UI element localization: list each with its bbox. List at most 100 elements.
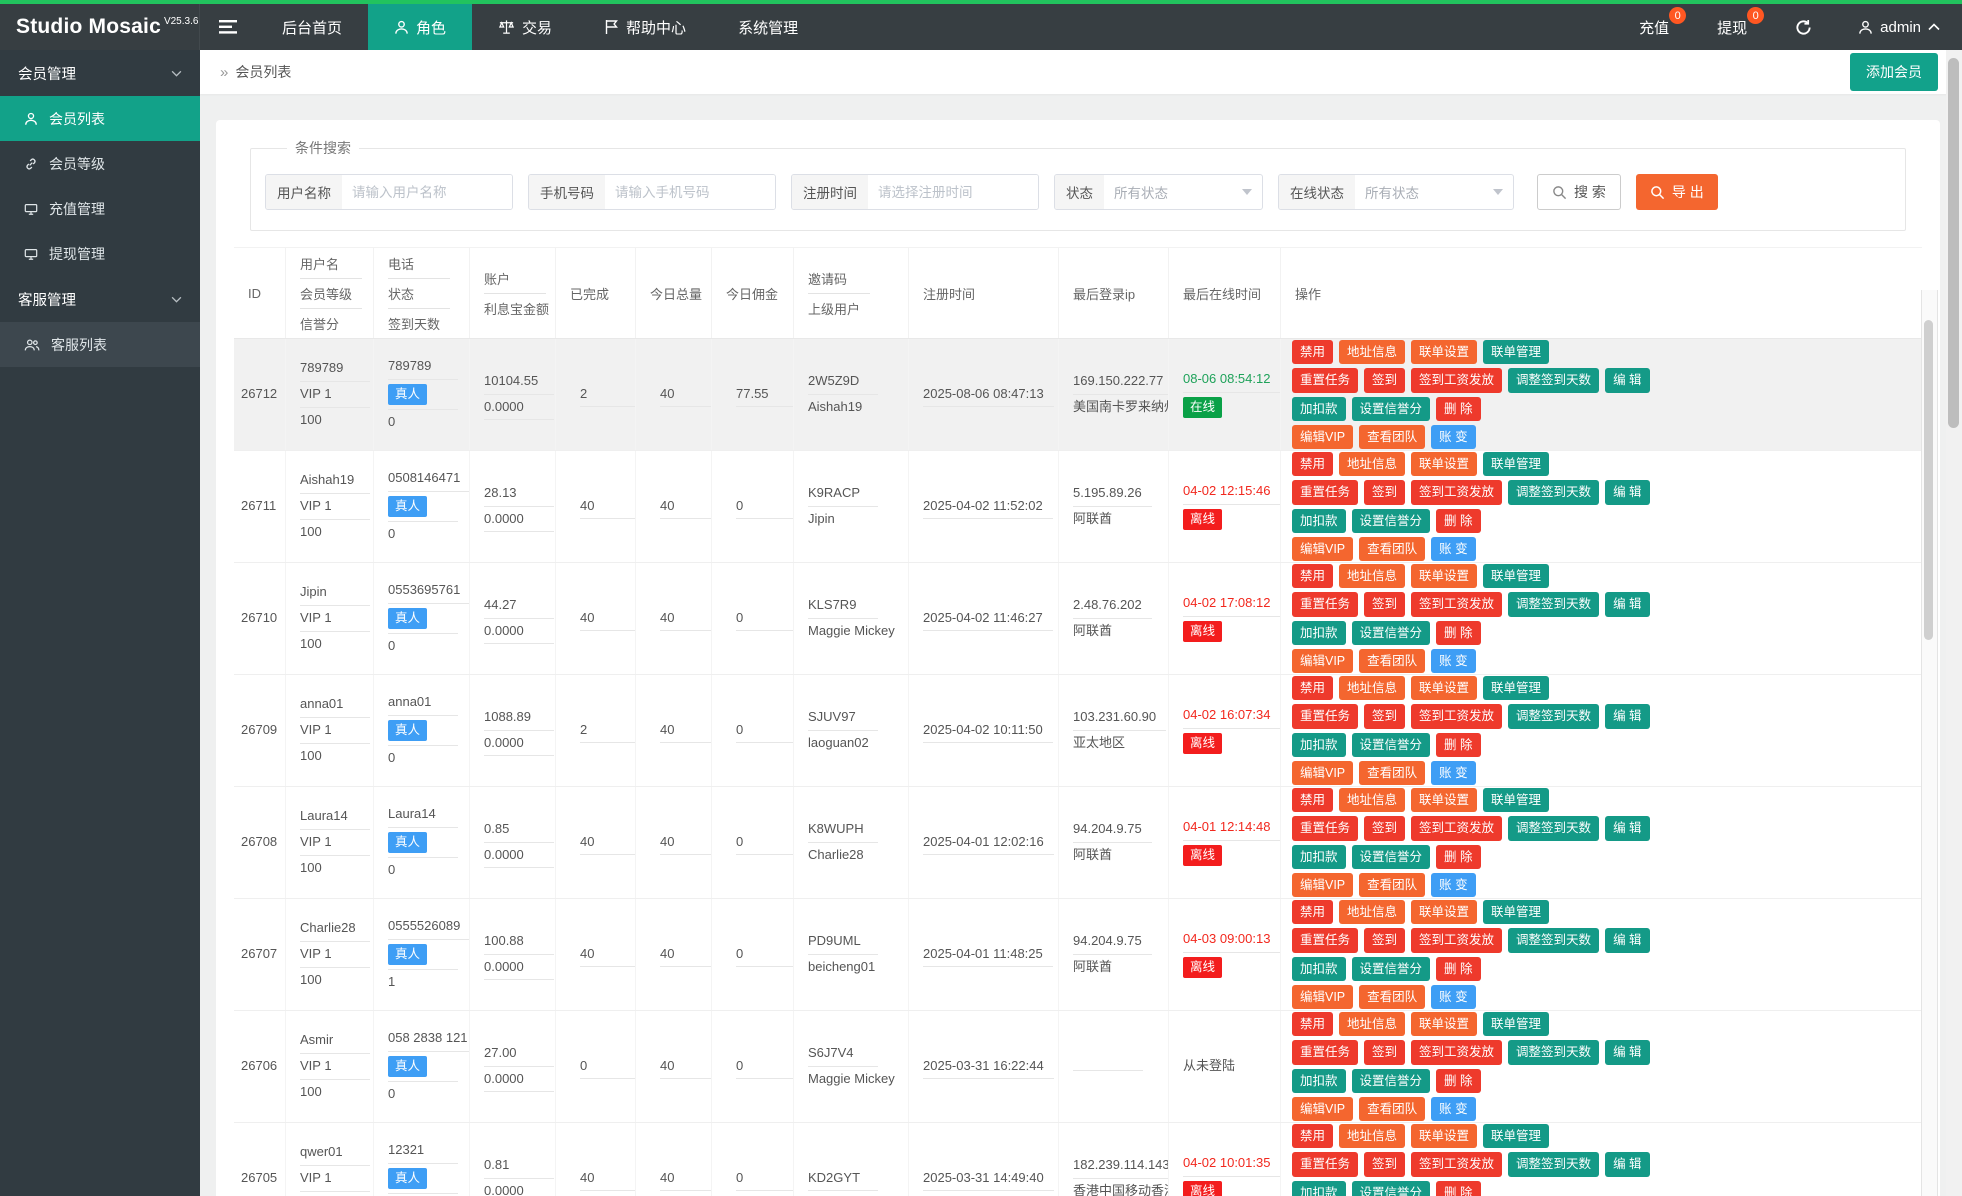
action-button[interactable]: 联单管理	[1483, 340, 1550, 365]
action-button[interactable]: 签到工资发放	[1411, 592, 1503, 617]
action-button[interactable]: 签到	[1364, 704, 1406, 729]
action-button[interactable]: 账 变	[1431, 1096, 1476, 1121]
action-button[interactable]: 联单设置	[1411, 1124, 1478, 1149]
user-menu[interactable]: admin	[1836, 4, 1962, 50]
action-button[interactable]: 签到	[1364, 480, 1406, 505]
action-button[interactable]: 联单设置	[1411, 564, 1478, 589]
sidebar-item-recharge-management[interactable]: 充值管理	[0, 186, 200, 231]
action-button[interactable]: 设置信誉分	[1351, 956, 1431, 981]
action-button[interactable]: 联单管理	[1483, 452, 1550, 477]
action-button[interactable]: 签到	[1364, 928, 1406, 953]
action-button[interactable]: 调整签到天数	[1508, 704, 1600, 729]
action-button[interactable]: 地址信息	[1339, 676, 1406, 701]
action-button[interactable]: 禁用	[1292, 900, 1334, 925]
action-button[interactable]: 联单管理	[1483, 564, 1550, 589]
nav-item-help-center[interactable]: 帮助中心	[578, 4, 712, 50]
action-button[interactable]: 重置任务	[1292, 592, 1359, 617]
action-button[interactable]: 禁用	[1292, 676, 1334, 701]
sidebar-item-service-list[interactable]: 客服列表	[0, 322, 200, 367]
search-button[interactable]: 搜 索	[1537, 174, 1621, 210]
action-button[interactable]: 联单管理	[1483, 1012, 1550, 1037]
action-button[interactable]: 禁用	[1292, 788, 1334, 813]
action-button[interactable]: 账 变	[1431, 536, 1476, 561]
action-button[interactable]: 设置信誉分	[1351, 1068, 1431, 1093]
action-button[interactable]: 重置任务	[1292, 480, 1359, 505]
action-button[interactable]: 删 除	[1436, 1068, 1481, 1093]
action-button[interactable]: 加扣款	[1292, 620, 1346, 645]
sidebar-item-withdraw-management[interactable]: 提现管理	[0, 231, 200, 276]
action-button[interactable]: 设置信誉分	[1351, 844, 1431, 869]
action-button[interactable]: 编 辑	[1605, 1152, 1650, 1177]
action-button[interactable]: 账 变	[1431, 760, 1476, 785]
action-button[interactable]: 签到工资发放	[1411, 704, 1503, 729]
add-member-button[interactable]: 添加会员	[1850, 53, 1938, 91]
withdraw-button[interactable]: 提现 0	[1693, 4, 1771, 50]
action-button[interactable]: 删 除	[1436, 1180, 1481, 1196]
action-button[interactable]: 查看团队	[1359, 760, 1426, 785]
status-select[interactable]: 所有状态	[1104, 175, 1262, 209]
action-button[interactable]: 设置信誉分	[1351, 620, 1431, 645]
action-button[interactable]: 设置信誉分	[1351, 1180, 1431, 1196]
action-button[interactable]: 设置信誉分	[1351, 508, 1431, 533]
page-scrollbar-thumb[interactable]	[1948, 58, 1959, 428]
action-button[interactable]: 签到	[1364, 816, 1406, 841]
action-button[interactable]: 加扣款	[1292, 956, 1346, 981]
action-button[interactable]: 联单设置	[1411, 900, 1478, 925]
action-button[interactable]: 设置信誉分	[1351, 396, 1431, 421]
action-button[interactable]: 重置任务	[1292, 816, 1359, 841]
action-button[interactable]: 编辑VIP	[1292, 760, 1354, 785]
action-button[interactable]: 调整签到天数	[1508, 816, 1600, 841]
action-button[interactable]: 地址信息	[1339, 900, 1406, 925]
refresh-button[interactable]	[1771, 4, 1836, 50]
action-button[interactable]: 重置任务	[1292, 928, 1359, 953]
action-button[interactable]: 联单设置	[1411, 452, 1478, 477]
action-button[interactable]: 查看团队	[1359, 984, 1426, 1009]
regtime-input[interactable]	[868, 175, 1038, 209]
table-scrollbar-thumb[interactable]	[1924, 320, 1933, 640]
action-button[interactable]: 重置任务	[1292, 704, 1359, 729]
nav-item-system[interactable]: 系统管理	[712, 4, 824, 50]
action-button[interactable]: 调整签到天数	[1508, 592, 1600, 617]
action-button[interactable]: 编辑VIP	[1292, 1096, 1354, 1121]
hamburger-menu-button[interactable]	[200, 4, 256, 50]
action-button[interactable]: 签到工资发放	[1411, 480, 1503, 505]
action-button[interactable]: 加扣款	[1292, 508, 1346, 533]
action-button[interactable]: 禁用	[1292, 1012, 1334, 1037]
action-button[interactable]: 联单管理	[1483, 900, 1550, 925]
action-button[interactable]: 调整签到天数	[1508, 1040, 1600, 1065]
action-button[interactable]: 编 辑	[1605, 816, 1650, 841]
action-button[interactable]: 签到工资发放	[1411, 1040, 1503, 1065]
sidebar-group-service-management[interactable]: 客服管理	[0, 276, 200, 322]
action-button[interactable]: 联单设置	[1411, 788, 1478, 813]
action-button[interactable]: 签到	[1364, 1040, 1406, 1065]
action-button[interactable]: 地址信息	[1339, 1124, 1406, 1149]
action-button[interactable]: 删 除	[1436, 396, 1481, 421]
action-button[interactable]: 签到工资发放	[1411, 1152, 1503, 1177]
page-scrollbar[interactable]	[1946, 50, 1962, 1196]
action-button[interactable]: 加扣款	[1292, 844, 1346, 869]
action-button[interactable]: 调整签到天数	[1508, 928, 1600, 953]
action-button[interactable]: 联单设置	[1411, 1012, 1478, 1037]
nav-item-roles[interactable]: 角色	[368, 4, 473, 50]
action-button[interactable]: 设置信誉分	[1351, 732, 1431, 757]
action-button[interactable]: 查看团队	[1359, 536, 1426, 561]
action-button[interactable]: 编辑VIP	[1292, 648, 1354, 673]
action-button[interactable]: 联单设置	[1411, 340, 1478, 365]
action-button[interactable]: 重置任务	[1292, 1152, 1359, 1177]
action-button[interactable]: 联单管理	[1483, 788, 1550, 813]
action-button[interactable]: 编 辑	[1605, 704, 1650, 729]
action-button[interactable]: 删 除	[1436, 844, 1481, 869]
action-button[interactable]: 账 变	[1431, 872, 1476, 897]
sidebar-group-member-management[interactable]: 会员管理	[0, 50, 200, 96]
sidebar-item-member-list[interactable]: 会员列表	[0, 96, 200, 141]
phone-input[interactable]	[605, 175, 775, 209]
action-button[interactable]: 删 除	[1436, 620, 1481, 645]
action-button[interactable]: 编 辑	[1605, 928, 1650, 953]
action-button[interactable]: 加扣款	[1292, 396, 1346, 421]
action-button[interactable]: 编 辑	[1605, 480, 1650, 505]
action-button[interactable]: 地址信息	[1339, 788, 1406, 813]
action-button[interactable]: 禁用	[1292, 564, 1334, 589]
action-button[interactable]: 签到工资发放	[1411, 816, 1503, 841]
action-button[interactable]: 签到工资发放	[1411, 928, 1503, 953]
action-button[interactable]: 联单管理	[1483, 676, 1550, 701]
